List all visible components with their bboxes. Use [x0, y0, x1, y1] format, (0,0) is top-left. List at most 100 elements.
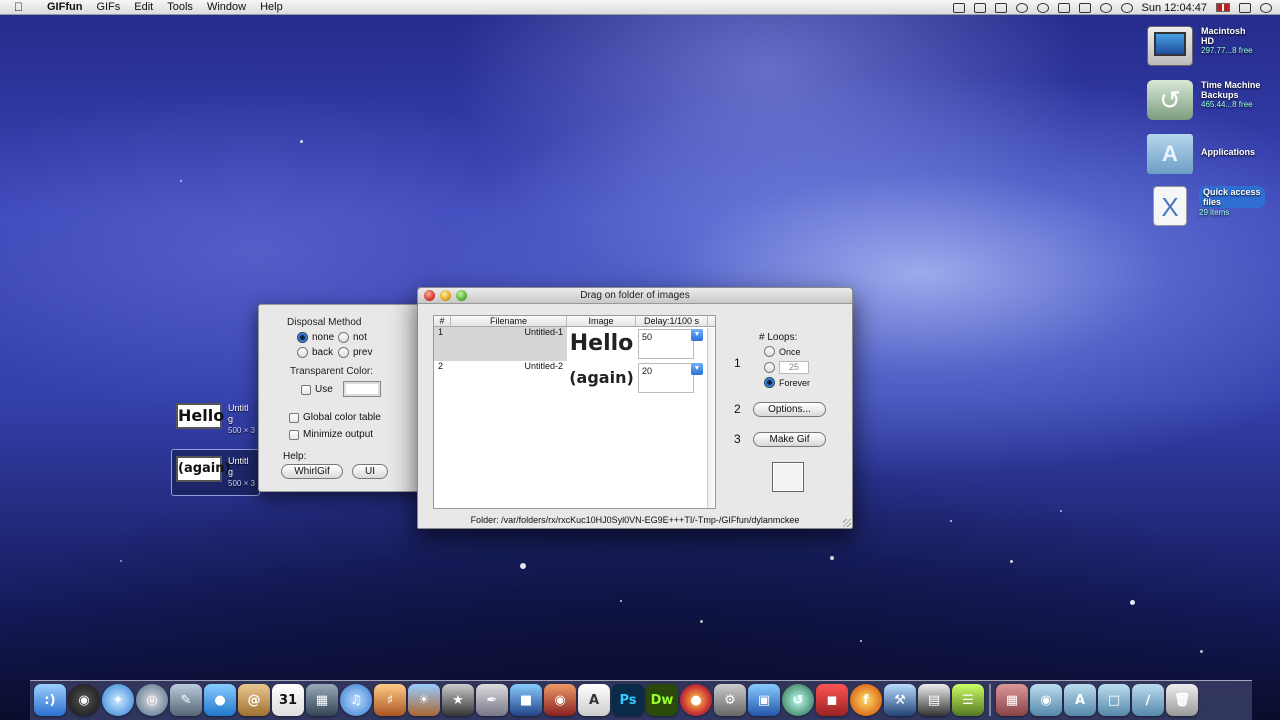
system-preferences-icon[interactable]: ⚙	[714, 684, 746, 716]
ical-icon[interactable]: 31	[272, 684, 304, 716]
table-row[interactable]: 1 Untitled-1 Hello 50 ▼	[434, 327, 715, 361]
xcode-icon[interactable]: ⚒	[884, 684, 916, 716]
address-book-icon[interactable]: @	[238, 684, 270, 716]
main-window-titlebar[interactable]: Drag on folder of images	[418, 288, 852, 304]
menu-gifs[interactable]: GIFs	[89, 0, 127, 15]
sync-icon[interactable]	[1015, 2, 1028, 13]
desktop-icon-quick-access[interactable]: Quick accessfiles 29 items	[1147, 186, 1265, 226]
photo-booth-red-icon[interactable]: ◼	[816, 684, 848, 716]
menu-help[interactable]: Help	[253, 0, 290, 15]
zoom-icon[interactable]	[456, 290, 467, 301]
finder-icon[interactable]: :)	[34, 684, 66, 716]
loop-controls: # Loops: 1 Once 25 Forever 2 Options... …	[718, 328, 852, 498]
firefox-icon[interactable]: ●	[680, 684, 712, 716]
imovie-icon[interactable]: ★	[442, 684, 474, 716]
desktop-thumb-again[interactable]: (again) Untitl g 500 × 3	[171, 449, 260, 496]
downloads-stack-icon[interactable]: ▦	[996, 684, 1028, 716]
images-table[interactable]: # Filename Image Delay:1/100 s 1 Untitle…	[433, 315, 716, 509]
delay-input[interactable]: 20	[638, 363, 694, 393]
table-header: # Filename Image Delay:1/100 s	[434, 316, 715, 327]
dropdown-arrow-icon[interactable]: ▼	[691, 329, 703, 341]
documents-stack-icon[interactable]: A	[1064, 684, 1096, 716]
delay-input[interactable]: 50	[638, 329, 694, 359]
garageband-icon[interactable]: ♯	[374, 684, 406, 716]
desktop-thumb-hello[interactable]: Hello Untitl g 500 × 3	[176, 403, 255, 436]
dashboard-widget-icon[interactable]: ◎	[136, 684, 168, 716]
menu-window[interactable]: Window	[200, 0, 253, 15]
menu-clock[interactable]: Sun 12:04:47	[1142, 2, 1207, 14]
use-transparent-checkbox[interactable]: Use	[301, 384, 333, 395]
screen-sharing-icon[interactable]: ▣	[748, 684, 780, 716]
loop-once-radio[interactable]: Once	[764, 346, 801, 357]
resize-grip-icon[interactable]	[843, 519, 851, 527]
dropbox-icon[interactable]	[973, 2, 986, 13]
table-scrollbar[interactable]	[707, 328, 715, 508]
dreamweaver-icon[interactable]: Dw	[646, 684, 678, 716]
textedit-icon[interactable]: A	[578, 684, 610, 716]
safari-icon[interactable]: ✦	[102, 684, 134, 716]
disposal-none-radio[interactable]: none	[297, 332, 334, 343]
keynote-icon[interactable]: ■	[510, 684, 542, 716]
time-machine-dock-icon[interactable]: ↺	[782, 684, 814, 716]
wifi-icon[interactable]	[1120, 2, 1133, 13]
toolbox-icon[interactable]: ☰	[952, 684, 984, 716]
desktop-icon-label: Applications	[1201, 147, 1256, 157]
loops-label: # Loops:	[759, 332, 798, 343]
dropdown-arrow-icon[interactable]: ▼	[691, 363, 703, 375]
input-source-flag-icon[interactable]	[1216, 3, 1230, 12]
table-row[interactable]: 2 Untitled-2 (again) 20 ▼	[434, 361, 715, 395]
disposal-prev-radio[interactable]: prev	[338, 347, 372, 358]
display-icon[interactable]	[1057, 2, 1070, 13]
loop-forever-radio[interactable]: Forever	[764, 377, 810, 388]
close-icon[interactable]	[424, 290, 435, 301]
desktop-icon-label: Macintosh HD 297.77...8 free	[1201, 26, 1253, 55]
global-color-table-checkbox[interactable]: Global color table	[289, 412, 381, 423]
folder-stack-icon[interactable]: □	[1098, 684, 1130, 716]
ichat-icon[interactable]: ●	[204, 684, 236, 716]
applications-folder-icon	[1147, 134, 1193, 174]
menu-app-name[interactable]: GIFfun	[40, 0, 89, 15]
col-filename-header[interactable]: Filename	[451, 316, 567, 326]
script-editor-icon[interactable]: ✒	[476, 684, 508, 716]
camera-icon[interactable]	[952, 2, 965, 13]
time-machine-menu-icon[interactable]	[1099, 2, 1112, 13]
make-gif-button[interactable]: Make Gif	[753, 432, 826, 447]
disposal-back-radio[interactable]: back	[297, 347, 333, 358]
iphoto-icon[interactable]: ☀	[408, 684, 440, 716]
photoshop-icon[interactable]: Ps	[612, 684, 644, 716]
itunes-icon[interactable]: ♫	[340, 684, 372, 716]
menu-edit[interactable]: Edit	[127, 0, 160, 15]
trash-icon[interactable]: 🗑	[1166, 684, 1198, 716]
whirlgif-button[interactable]: WhirlGif	[281, 464, 343, 479]
ui-help-button[interactable]: UI	[352, 464, 388, 479]
desktop-icon-time-machine[interactable]: Time MachineBackups 465.44...8 free	[1147, 80, 1260, 120]
bluetooth-icon[interactable]	[994, 2, 1007, 13]
disposal-not-radio[interactable]: not	[338, 332, 367, 343]
photo-booth-icon[interactable]: ◉	[544, 684, 576, 716]
keyboard-icon[interactable]	[1078, 2, 1091, 13]
dashboard-icon[interactable]: ◉	[68, 684, 100, 716]
preview-icon[interactable]: ✎	[170, 684, 202, 716]
col-num-header[interactable]: #	[434, 316, 451, 326]
menu-tools[interactable]: Tools	[160, 0, 200, 15]
loop-count-radio[interactable]: 25	[764, 361, 809, 374]
desktop-icon-macintosh-hd[interactable]: Macintosh HD 297.77...8 free	[1147, 26, 1253, 66]
expose-icon[interactable]: ▦	[306, 684, 338, 716]
options-button[interactable]: Options...	[753, 402, 826, 417]
apple-menu-icon[interactable]: 	[14, 1, 28, 13]
spotlight-icon[interactable]	[1260, 2, 1272, 13]
chat-icon[interactable]	[1036, 2, 1049, 13]
minimize-output-checkbox[interactable]: Minimize output	[289, 429, 373, 440]
flash-icon[interactable]: f	[850, 684, 882, 716]
clapboard-icon[interactable]: ▤	[918, 684, 950, 716]
help-label: Help:	[283, 451, 307, 462]
transparent-color-well[interactable]	[343, 381, 381, 397]
applications-stack-icon[interactable]: ◉	[1030, 684, 1062, 716]
utilities-stack-icon[interactable]: ∕	[1132, 684, 1164, 716]
col-delay-header[interactable]: Delay:1/100 s	[636, 316, 708, 326]
volume-icon[interactable]	[1239, 2, 1251, 13]
minimize-icon[interactable]	[440, 290, 451, 301]
loop-count-input[interactable]: 25	[779, 361, 809, 374]
desktop-icon-applications[interactable]: Applications	[1147, 134, 1255, 174]
col-image-header[interactable]: Image	[567, 316, 636, 326]
